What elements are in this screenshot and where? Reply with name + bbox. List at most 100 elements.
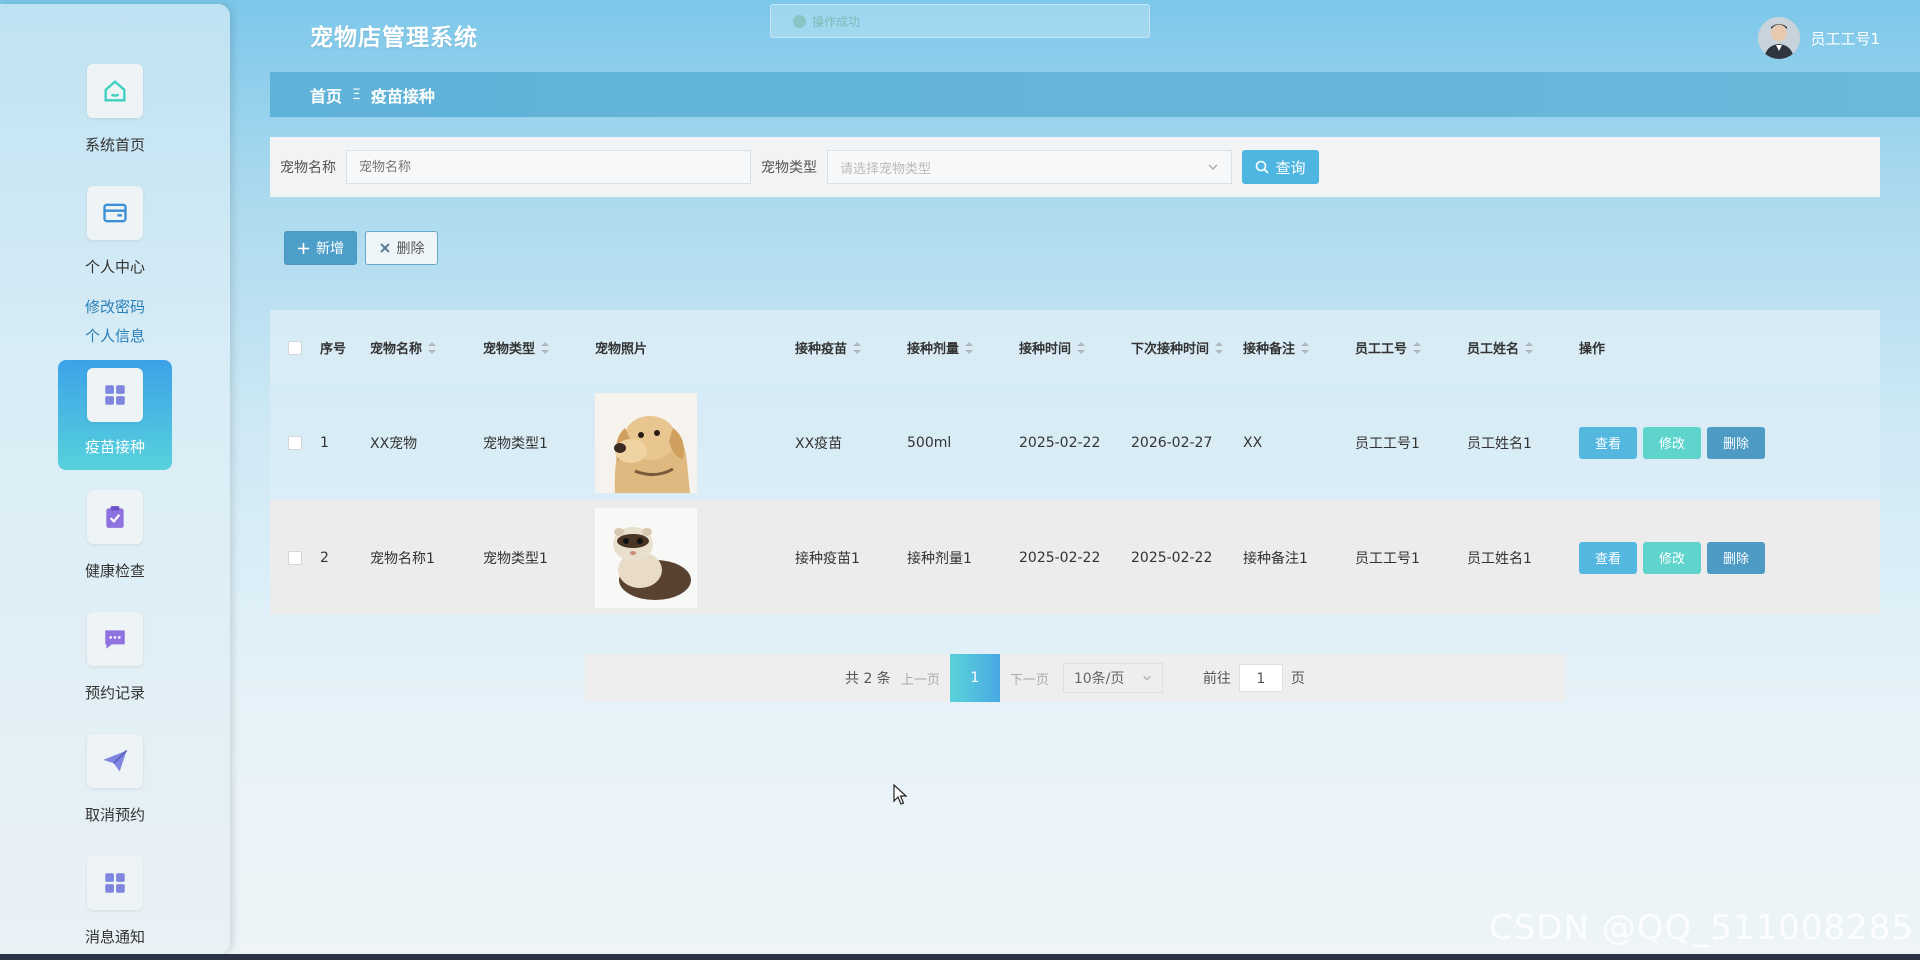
sidebar-item-appointments[interactable]: 预约记录 xyxy=(58,612,172,703)
cell-ops: 查看 修改 删除 xyxy=(1579,426,1779,459)
delete-button[interactable]: 删除 xyxy=(1707,541,1765,574)
breadcrumb: 首页 Ξ 疫苗接种 xyxy=(270,72,1920,117)
watermark: CSDN @QQ_511008285 xyxy=(1489,908,1914,948)
header-remark[interactable]: 接种备注 xyxy=(1243,338,1355,357)
pager-page-unit: 页 xyxy=(1290,671,1305,687)
header-next-time[interactable]: 下次接种时间 xyxy=(1131,338,1243,357)
home-icon xyxy=(104,80,126,102)
page-size-select[interactable]: 10条/页 xyxy=(1062,663,1163,693)
header-emp-no[interactable]: 员工工号 xyxy=(1355,338,1467,357)
sort-icon[interactable] xyxy=(965,341,974,354)
pager-goto-label: 前往 xyxy=(1202,671,1231,687)
add-button[interactable]: 新增 xyxy=(284,231,357,265)
pager-next[interactable]: 下一页 xyxy=(1010,669,1049,688)
header-no: 序号 xyxy=(320,342,347,357)
sort-icon[interactable] xyxy=(1077,341,1086,354)
header-vaccine[interactable]: 接种疫苗 xyxy=(795,338,907,357)
cell-vaccine: 接种疫苗1 xyxy=(795,550,860,567)
sort-icon[interactable] xyxy=(541,341,550,354)
sort-icon[interactable] xyxy=(428,341,437,354)
add-button-label: 新增 xyxy=(316,241,344,257)
sort-icon[interactable] xyxy=(1215,341,1224,354)
sidebar-item-notifications[interactable]: 消息通知 xyxy=(58,856,172,947)
header-emp-name[interactable]: 员工姓名 xyxy=(1467,338,1579,357)
plus-icon xyxy=(298,242,309,254)
header-pet-type[interactable]: 宠物类型 xyxy=(483,338,595,357)
sidebar-item-health-check[interactable]: 健康检查 xyxy=(58,490,172,581)
row-checkbox[interactable] xyxy=(288,550,302,565)
edit-button[interactable]: 修改 xyxy=(1643,541,1701,574)
cell-pet-name: XX宠物 xyxy=(370,435,418,452)
view-button[interactable]: 查看 xyxy=(1579,541,1637,574)
clipboard-icon xyxy=(106,506,124,528)
pager-page-current[interactable]: 1 xyxy=(949,654,1000,702)
sort-icon[interactable] xyxy=(1301,341,1310,354)
batch-delete-label: 删除 xyxy=(396,241,425,257)
query-button[interactable]: 查询 xyxy=(1242,150,1319,184)
search-icon xyxy=(1256,160,1270,174)
grid-icon xyxy=(105,385,125,405)
success-toast: 操作成功 xyxy=(770,4,1150,38)
sidebar-item-vaccination[interactable]: 疫苗接种 xyxy=(58,360,172,470)
table-row: 2 宠物名称1 宠物类型1 接种疫苗1 接种剂量1 2025-02-22 202… xyxy=(270,500,1880,615)
cell-pet-type: 宠物类型1 xyxy=(483,550,548,567)
header-pet-photo: 宠物照片 xyxy=(595,342,648,357)
cell-emp-name: 员工姓名1 xyxy=(1467,435,1532,452)
header-time[interactable]: 接种时间 xyxy=(1019,338,1131,357)
sidebar-sub-personal-info[interactable]: 个人信息 xyxy=(0,325,230,346)
sidebar-item-label: 取消预约 xyxy=(84,806,145,824)
pager-prev[interactable]: 上一页 xyxy=(901,669,940,688)
vaccination-table: 序号 宠物名称 宠物类型 宠物照片 接种疫苗 接种剂量 接种时间 下次接种时间 … xyxy=(270,310,1880,615)
pager-total: 共 2 条 xyxy=(845,671,891,687)
sort-icon[interactable] xyxy=(853,341,862,354)
cell-dose: 500ml xyxy=(907,434,952,451)
pet-type-placeholder: 请选择宠物类型 xyxy=(840,161,932,177)
mouse-cursor-icon xyxy=(893,784,908,805)
cell-vaccine: XX疫苗 xyxy=(795,435,843,452)
cell-next-time: 2026-02-27 xyxy=(1131,434,1213,451)
pet-type-select[interactable]: 请选择宠物类型 xyxy=(827,150,1232,184)
batch-delete-button[interactable]: 删除 xyxy=(365,231,438,265)
delete-button[interactable]: 删除 xyxy=(1707,426,1765,459)
query-button-label: 查询 xyxy=(1275,158,1306,177)
user-menu[interactable]: 员工工号1 xyxy=(1758,17,1880,59)
header-pet-name[interactable]: 宠物名称 xyxy=(370,338,483,357)
cell-emp-no: 员工工号1 xyxy=(1355,550,1420,567)
pager-goto-input[interactable]: 1 xyxy=(1238,664,1283,692)
table-row: 1 XX宠物 宠物类型1 XX疫苗 500ml 2025-02-22 2026-… xyxy=(270,385,1880,500)
sidebar-item-label: 健康检查 xyxy=(84,562,145,580)
avatar[interactable] xyxy=(1758,17,1801,59)
sidebar-item-personal[interactable]: 个人中心 xyxy=(58,186,172,277)
select-all-checkbox[interactable] xyxy=(288,340,302,355)
grid-icon xyxy=(105,873,125,893)
sidebar-item-label: 疫苗接种 xyxy=(84,438,145,456)
pet-type-label: 宠物类型 xyxy=(761,160,817,176)
header-dose[interactable]: 接种剂量 xyxy=(907,338,1019,357)
breadcrumb-home[interactable]: 首页 xyxy=(310,83,342,107)
cell-dose: 接种剂量1 xyxy=(907,550,972,567)
toast-text: 操作成功 xyxy=(812,15,861,29)
send-icon xyxy=(103,749,128,772)
sidebar-item-label: 个人中心 xyxy=(84,258,145,276)
sidebar-item-label: 系统首页 xyxy=(84,136,145,154)
view-button[interactable]: 查看 xyxy=(1579,426,1637,459)
row-checkbox[interactable] xyxy=(288,435,302,450)
search-bar: 宠物名称 宠物类型 请选择宠物类型 查询 xyxy=(270,137,1880,197)
close-icon xyxy=(379,243,390,253)
sidebar-item-home[interactable]: 系统首页 xyxy=(58,64,172,155)
cell-remark: XX xyxy=(1243,434,1263,451)
edit-button[interactable]: 修改 xyxy=(1643,426,1701,459)
sidebar-sub-change-password[interactable]: 修改密码 xyxy=(0,296,230,317)
pagination: 共 2 条 上一页 1 下一页 10条/页 前往 1 页 xyxy=(585,654,1565,702)
taskbar-strip xyxy=(0,954,1920,960)
sort-icon[interactable] xyxy=(1413,341,1422,354)
sidebar-item-cancel-appointment[interactable]: 取消预约 xyxy=(58,734,172,825)
cell-emp-name: 员工姓名1 xyxy=(1467,550,1532,567)
breadcrumb-separator: Ξ xyxy=(352,86,361,103)
cell-next-time: 2025-02-22 xyxy=(1131,549,1213,566)
app-title: 宠物店管理系统 xyxy=(310,25,478,51)
cell-time: 2025-02-22 xyxy=(1019,549,1101,566)
chevron-down-icon xyxy=(1208,164,1218,170)
sort-icon[interactable] xyxy=(1525,341,1534,354)
pet-name-input[interactable] xyxy=(346,150,751,184)
